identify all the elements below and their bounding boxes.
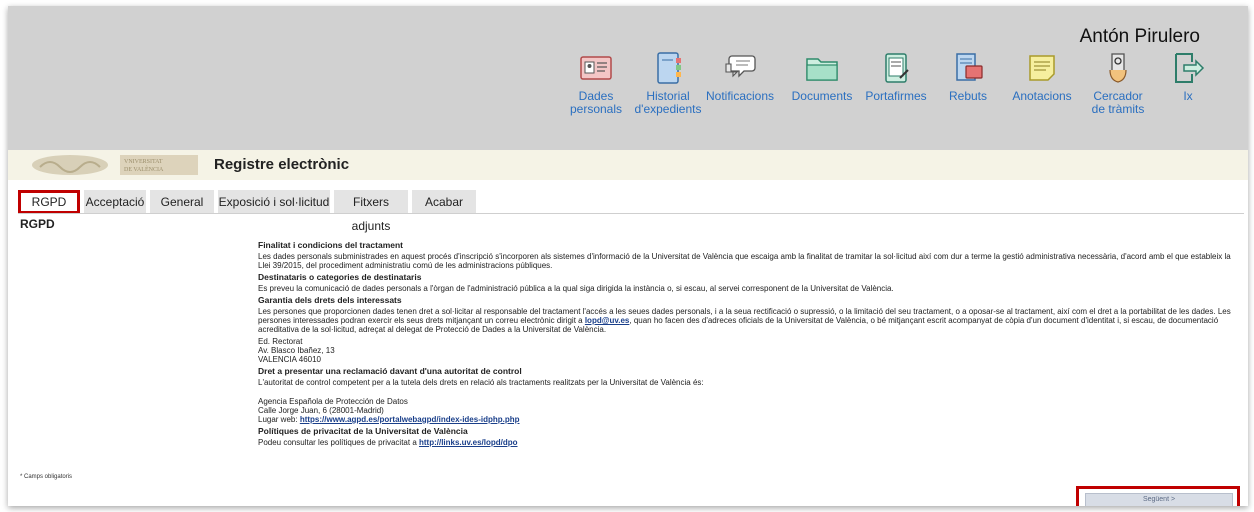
tabs-divider	[18, 213, 1244, 214]
next-button-highlight: Següent >	[1076, 486, 1240, 506]
agency-line: Agencia Española de Protección de Datos	[258, 397, 408, 406]
politiques-label: Podeu consultar les polítiques de privac…	[258, 438, 419, 447]
email-link[interactable]: lopd@uv.es	[585, 316, 630, 325]
heading-politiques: Polítiques de privacitat de la Universit…	[258, 426, 468, 436]
logo-line-1: VNIVERSITAT	[124, 159, 163, 165]
nav-notificacions[interactable]: Notificacions	[700, 50, 780, 103]
nav-historial-expedients[interactable]: Historial d'expedients	[628, 50, 708, 116]
user-name[interactable]: Antón Pirulero	[1080, 26, 1200, 48]
mandatory-fields-note: * Camps obligatoris	[20, 474, 73, 480]
browser-frame: Antón Pirulero Dades personals Historial…	[8, 6, 1248, 506]
nav-label: Notificacions	[705, 89, 775, 103]
binder-icon	[657, 52, 681, 84]
heading-garantia: Garantia dels drets dels interessats	[258, 295, 402, 305]
address-line: Ed. Rectorat	[258, 337, 303, 346]
paragraph-reclamacio: L'autoritat de control competent per a l…	[258, 378, 704, 387]
chat-bubbles-icon	[725, 55, 756, 78]
signing-tablet-icon	[885, 53, 909, 83]
paragraph-destinataris: Es preveu la comunicació de dades person…	[258, 284, 894, 293]
address-line: Av. Blasco Ibañez, 13	[258, 346, 335, 355]
top-navigation-bar: Antón Pirulero Dades personals Historial…	[8, 6, 1248, 150]
agency-link[interactable]: https://www.agpd.es/portalwebagpd/index-…	[300, 415, 520, 424]
nav-label: Cercador de tràmits	[1091, 89, 1145, 116]
agency-line: Calle Jorge Juan, 6 (28001-Madrid)	[258, 406, 384, 415]
page-header: VNIVERSITAT DE VALÈNCIA Registre electrò…	[8, 150, 1248, 180]
nav-dades-personals[interactable]: Dades personals	[556, 50, 636, 116]
policy-link[interactable]: http://links.uv.es/lopd/dpo	[419, 438, 518, 447]
search-hand-icon	[1109, 53, 1127, 83]
nav-label: Ix	[1183, 89, 1193, 103]
tab-acceptacio[interactable]: Acceptació	[84, 190, 146, 214]
nav-anotacions[interactable]: Anotacions	[1002, 50, 1082, 103]
logout-icon	[1175, 53, 1205, 83]
notepad-icon	[1029, 55, 1055, 81]
nav-logout[interactable]: Ix	[1148, 50, 1228, 103]
folder-icon	[806, 58, 838, 81]
agency-web: Lugar web: https://www.agpd.es/portalweb…	[258, 415, 1242, 424]
rgpd-text: Finalitat i condicions del tractament Le…	[258, 238, 1242, 450]
heading-destinataris: Destinataris o categories de destinatari…	[258, 272, 422, 282]
nav-portafirmes[interactable]: Portafirmes	[856, 50, 936, 103]
heading-finalitat: Finalitat i condicions del tractament	[258, 240, 403, 250]
tab-fitxers-adjunts[interactable]: Fitxers adjunts	[334, 190, 408, 233]
address-line: VALENCIA 46010	[258, 355, 322, 364]
paragraph-finalitat: Les dades personals subministrades en aq…	[258, 252, 1231, 270]
tab-rgpd[interactable]: RGPD	[18, 190, 80, 214]
university-logo: VNIVERSITAT DE VALÈNCIA	[32, 155, 198, 175]
paragraph-politiques: Podeu consultar les polítiques de privac…	[258, 438, 1242, 447]
id-card-icon	[580, 56, 612, 80]
nav-documents[interactable]: Documents	[782, 50, 862, 103]
nav-label: Historial d'expedients	[634, 89, 702, 116]
agency-web-label: Lugar web:	[258, 415, 300, 424]
nav-label: Anotacions	[1012, 89, 1072, 103]
tab-acabar[interactable]: Acabar	[412, 190, 476, 214]
nav-rebuts[interactable]: Rebuts	[928, 50, 1008, 103]
nav-label: Documents	[791, 89, 853, 103]
section-title: RGPD	[20, 217, 55, 231]
nav-label: Rebuts	[948, 89, 988, 103]
logo-line-2: DE VALÈNCIA	[124, 165, 164, 173]
tab-exposicio-sollicitud[interactable]: Exposició i sol·licitud	[218, 190, 330, 214]
next-button[interactable]: Següent >	[1085, 493, 1233, 506]
heading-reclamacio: Dret a presentar una reclamació davant d…	[258, 366, 522, 376]
paragraph-garantia: Les persones que proporcionen dades tene…	[258, 307, 1242, 334]
nav-label: Portafirmes	[865, 89, 927, 103]
receipt-icon	[956, 53, 983, 81]
page-title: Registre electrònic	[214, 156, 350, 173]
tab-general[interactable]: General	[150, 190, 214, 214]
nav-label: Dades personals	[569, 89, 623, 116]
nav-cercador-tramits[interactable]: Cercador de tràmits	[1078, 50, 1158, 116]
